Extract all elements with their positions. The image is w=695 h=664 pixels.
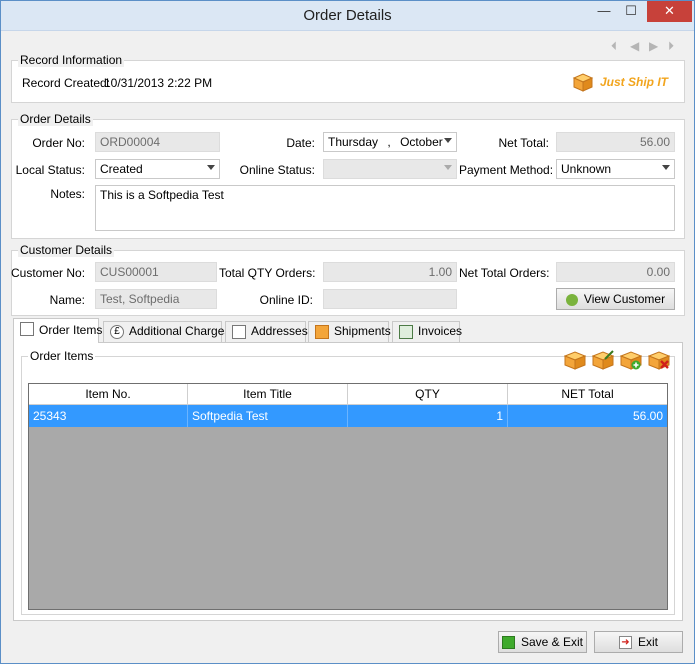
column-header-net-total[interactable]: NET Total (508, 384, 667, 405)
customer-details-title: Customer Details (18, 243, 115, 257)
record-created-label: Record Created: (22, 76, 111, 90)
just-ship-it-logo: Just Ship IT (572, 71, 684, 95)
notes-textarea[interactable]: This is a Softpedia Test (95, 185, 675, 231)
title-bar: Order Details — ☐ ✕ (1, 1, 694, 31)
column-header-qty[interactable]: QTY (348, 384, 508, 405)
online-id-field[interactable] (323, 289, 457, 309)
save-icon (501, 636, 515, 650)
net-total-orders-field[interactable]: 0.00 (556, 262, 675, 282)
tab-invoices-label: Invoices (418, 324, 463, 338)
box-add-icon[interactable] (620, 350, 642, 370)
maximize-button[interactable]: ☐ (620, 1, 642, 22)
box-icon[interactable] (564, 350, 586, 370)
invoice-icon (399, 325, 413, 339)
logo-text: Just Ship IT (600, 75, 669, 89)
local-status-select[interactable]: Created (95, 159, 220, 179)
local-status-label: Local Status: (15, 163, 85, 177)
exit-icon: ➜ (618, 636, 632, 650)
logo-box-icon (572, 73, 594, 92)
net-total-field[interactable]: 56.00 (556, 132, 675, 152)
tab-shipments[interactable]: Shipments (308, 321, 391, 342)
close-button[interactable]: ✕ (647, 1, 692, 22)
record-information-title: Record Information (18, 53, 125, 67)
tab-order-items[interactable]: Order Items (13, 318, 103, 343)
chevron-down-icon[interactable] (207, 165, 215, 170)
tab-additional-charges[interactable]: £ Additional Charges (103, 321, 230, 342)
date-picker[interactable]: Thursday , October (323, 132, 457, 152)
pound-icon: £ (110, 325, 124, 339)
online-status-label: Online Status: (239, 163, 315, 177)
local-status-value: Created (100, 162, 143, 176)
first-record-icon[interactable]: ⏴ (611, 40, 623, 52)
order-no-label: Order No: (32, 136, 85, 150)
tab-additional-charges-label: Additional Charges (129, 324, 231, 338)
net-total-label: Net Total: (498, 136, 549, 150)
date-month[interactable]: October (400, 135, 443, 149)
window-title: Order Details (303, 7, 392, 24)
order-items-title: Order Items (28, 349, 96, 363)
view-customer-icon (565, 293, 578, 306)
exit-label: Exit (637, 635, 658, 649)
tab-invoices[interactable]: Invoices (392, 321, 463, 342)
customer-name-label: Name: (49, 293, 85, 307)
customer-no-label: Customer No: (11, 266, 86, 280)
net-total-orders-label: Net Total Orders: (459, 266, 550, 280)
grid-header: Item No. Item Title QTY NET Total (29, 384, 667, 405)
payment-method-label: Payment Method: (459, 163, 554, 177)
order-items-icon (20, 322, 34, 336)
date-label: Date: (286, 136, 315, 150)
chevron-down-icon[interactable] (444, 138, 452, 143)
total-qty-orders-label: Total QTY Orders: (219, 266, 316, 280)
next-record-icon[interactable]: ▶ (649, 40, 661, 52)
box-delete-icon[interactable] (648, 350, 670, 370)
tab-addresses[interactable]: Addresses (225, 321, 308, 342)
view-customer-button[interactable]: View Customer (556, 288, 675, 310)
notes-value: This is a Softpedia Test (100, 188, 224, 202)
tab-addresses-label: Addresses (251, 324, 308, 338)
online-id-label: Online ID: (259, 293, 313, 307)
record-created-value: 10/31/2013 2:22 PM (104, 76, 213, 90)
view-customer-label: View Customer (583, 292, 666, 306)
date-day[interactable]: Thursday (328, 135, 378, 149)
payment-method-value: Unknown (561, 162, 612, 176)
box-edit-icon[interactable] (592, 350, 614, 370)
column-header-item-no[interactable]: Item No. (29, 384, 188, 405)
exit-button[interactable]: ➜ Exit (594, 631, 683, 653)
save-exit-label: Save & Exit (520, 635, 584, 649)
date-separator: , (387, 135, 391, 149)
order-no-field[interactable]: ORD00004 (95, 132, 220, 152)
cell-item-title[interactable]: Softpedia Test (188, 405, 348, 427)
cell-net-total[interactable]: 56.00 (508, 405, 667, 427)
total-qty-orders-field[interactable]: 1.00 (323, 262, 457, 282)
notes-label: Notes: (50, 187, 85, 201)
save-exit-button[interactable]: Save & Exit (498, 631, 587, 653)
box-icon (315, 325, 329, 339)
order-details-window: Order Details — ☐ ✕ Record Information R… (0, 0, 695, 664)
last-record-icon[interactable]: ⏵ (668, 40, 680, 52)
previous-record-icon[interactable]: ◀ (630, 40, 642, 52)
customer-no-field[interactable]: CUS00001 (95, 262, 217, 282)
tab-order-items-label: Order Items (39, 323, 103, 337)
minimize-button[interactable]: — (593, 1, 615, 22)
online-status-select[interactable] (323, 159, 457, 179)
chevron-down-icon[interactable] (662, 165, 670, 170)
cell-qty[interactable]: 1 (348, 405, 508, 427)
customer-name-field[interactable]: Test, Softpedia (95, 289, 217, 309)
chevron-down-icon[interactable] (444, 165, 452, 170)
column-header-item-title[interactable]: Item Title (188, 384, 348, 405)
tab-shipments-label: Shipments (334, 324, 391, 338)
address-book-icon (232, 325, 246, 339)
payment-method-select[interactable]: Unknown (556, 159, 675, 179)
cell-item-no[interactable]: 25343 (29, 405, 188, 427)
order-details-title: Order Details (18, 112, 93, 126)
order-items-grid[interactable]: Item No. Item Title QTY NET Total 25343 … (28, 383, 668, 610)
table-row[interactable]: 25343 Softpedia Test 1 56.00 (29, 405, 667, 427)
